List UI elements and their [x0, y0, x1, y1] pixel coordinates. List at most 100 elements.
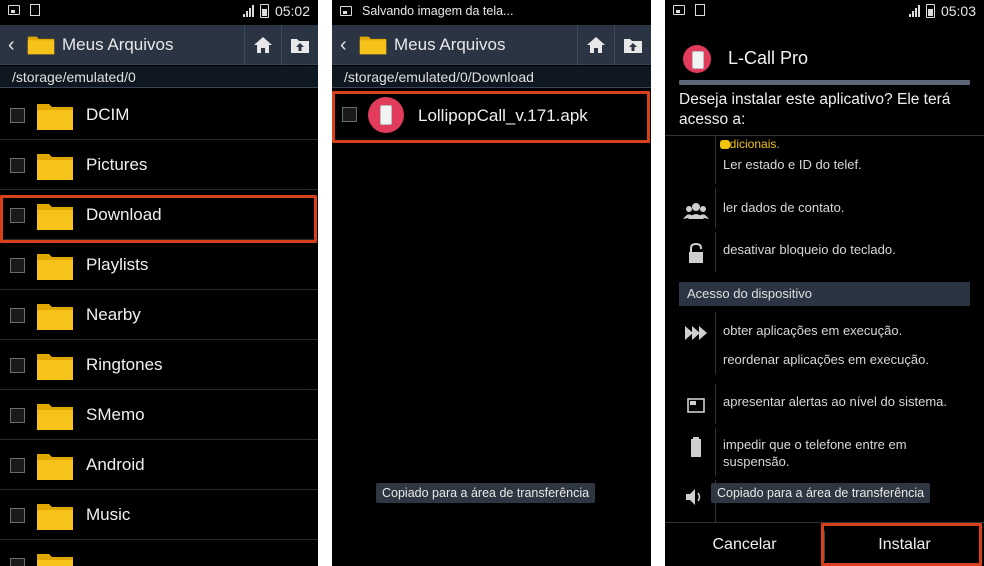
- folder-name: Playlists: [86, 255, 149, 274]
- folder-row[interactable]: SMemo: [0, 390, 318, 440]
- section-device-access: Acesso do dispositivo: [679, 282, 970, 306]
- battery-icon: [259, 4, 269, 18]
- row-checkbox[interactable]: [10, 258, 25, 273]
- file-row[interactable]: LollipopCall_v.171.apk: [332, 90, 651, 140]
- row-checkbox[interactable]: [10, 458, 25, 473]
- header-divider: [679, 80, 970, 85]
- row-checkbox[interactable]: [10, 508, 25, 523]
- row-checkbox[interactable]: [10, 208, 25, 223]
- battery-icon: [925, 4, 935, 18]
- up-folder-button[interactable]: [281, 25, 318, 65]
- divider: [715, 136, 716, 184]
- usb-notification-icon: [30, 4, 40, 16]
- home-icon: [254, 37, 272, 53]
- divider: [715, 188, 716, 228]
- divider: [715, 312, 716, 374]
- row-checkbox[interactable]: [10, 108, 25, 123]
- current-path: /storage/emulated/0: [0, 66, 318, 88]
- folder-name: Music: [86, 505, 131, 524]
- permission-system-alert: apresentar alertas ao nível do sistema.: [723, 394, 948, 409]
- folder-up-icon: [291, 39, 309, 53]
- divider: [715, 384, 716, 424]
- permission-reorder-tasks: reordenar aplicações em execução.: [723, 352, 929, 367]
- speaker-icon: [683, 486, 709, 508]
- clock: 05:03: [940, 3, 976, 19]
- app-title: Meus Arquivos: [394, 35, 506, 54]
- permission-get-tasks: obter aplicações em execução.: [723, 323, 903, 338]
- folder-row[interactable]: Playlists: [0, 240, 318, 290]
- cancel-button[interactable]: Cancelar: [665, 523, 824, 566]
- folder-name: Ringtones: [86, 355, 163, 374]
- row-checkbox[interactable]: [10, 158, 25, 173]
- app-title: Meus Arquivos: [62, 35, 174, 54]
- home-button[interactable]: [577, 25, 614, 65]
- divider: [665, 135, 984, 136]
- folder-icon: [26, 33, 56, 55]
- folder-icon: [36, 451, 74, 481]
- screenshot-notification-icon: [340, 6, 352, 16]
- folder-icon: [36, 551, 74, 566]
- action-bar: ‹ Meus Arquivos: [0, 25, 318, 65]
- divider: [715, 232, 716, 272]
- up-folder-button[interactable]: [614, 25, 651, 65]
- back-arrow-icon[interactable]: ‹: [8, 35, 15, 55]
- signal-icon: [242, 5, 254, 17]
- folder-icon: [36, 501, 74, 531]
- folder-row[interactable]: Ringtones: [0, 340, 318, 390]
- system-alert-icon: [683, 395, 709, 417]
- folder-name: Nearby: [86, 305, 141, 324]
- battery-wake-icon: [683, 436, 709, 458]
- back-arrow-icon[interactable]: ‹: [340, 35, 347, 55]
- folder-row[interactable]: Android: [0, 440, 318, 490]
- permission-keylock: desativar bloqueio do teclado.: [723, 242, 896, 257]
- status-bar: 05:02: [0, 0, 318, 25]
- contacts-icon: [683, 200, 709, 222]
- apk-icon: [368, 97, 404, 133]
- permission-partial: adicionais.: [723, 137, 780, 151]
- folder-name: SMemo: [86, 405, 145, 424]
- action-bar: ‹ Meus Arquivos: [332, 25, 651, 65]
- lock-icon: [683, 242, 709, 264]
- row-checkbox[interactable]: [10, 308, 25, 323]
- install-button[interactable]: Instalar: [825, 523, 984, 566]
- row-checkbox[interactable]: [10, 358, 25, 373]
- screenshot-notification-icon: [8, 5, 20, 15]
- folder-row[interactable]: Music: [0, 490, 318, 540]
- status-bar: 05:03: [665, 0, 984, 25]
- folder-name: Download: [86, 205, 162, 224]
- folder-icon: [36, 351, 74, 381]
- install-question: Deseja instalar este aplicativo? Ele ter…: [679, 91, 951, 128]
- folder-icon: [36, 201, 74, 231]
- current-path: /storage/emulated/0/Download: [332, 66, 651, 88]
- folder-icon: [358, 33, 388, 55]
- divider: [715, 428, 716, 476]
- folder-row[interactable]: Pictures: [0, 140, 318, 190]
- folder-icon: [36, 151, 74, 181]
- folder-row-partial[interactable]: [0, 540, 318, 566]
- clock: 05:02: [274, 3, 310, 19]
- folder-up-icon: [624, 39, 642, 53]
- folder-icon: [36, 301, 74, 331]
- clipboard-toast: Copiado para a área de transferência: [711, 483, 931, 503]
- folder-icon: [36, 251, 74, 281]
- app-icon: [683, 45, 711, 73]
- dialog-button-bar: Cancelar Instalar: [665, 522, 984, 566]
- hand-icon: [720, 140, 730, 149]
- folder-row[interactable]: DCIM: [0, 90, 318, 140]
- app-name: L-Call Pro: [728, 48, 809, 68]
- folder-row[interactable]: Download: [0, 190, 318, 240]
- home-button[interactable]: [244, 25, 281, 65]
- file-name: LollipopCall_v.171.apk: [418, 106, 588, 125]
- permission-phone-state: Ler estado e ID do telef.: [723, 157, 862, 172]
- home-icon: [587, 37, 605, 53]
- row-checkbox[interactable]: [10, 558, 25, 566]
- row-checkbox[interactable]: [342, 107, 357, 122]
- permission-wake-lock: impedir que o telefone entre em suspensã…: [723, 437, 907, 469]
- clipboard-toast: Copiado para a área de transferência: [376, 483, 596, 503]
- tasks-icon: [683, 322, 709, 344]
- folder-row[interactable]: Nearby: [0, 290, 318, 340]
- notification-text: Salvando imagem da tela...: [362, 4, 514, 18]
- install-dialog-panel: 05:03 L-Call Pro Deseja instalar este ap…: [665, 0, 984, 566]
- screenshot-notification-icon: [673, 5, 685, 15]
- row-checkbox[interactable]: [10, 408, 25, 423]
